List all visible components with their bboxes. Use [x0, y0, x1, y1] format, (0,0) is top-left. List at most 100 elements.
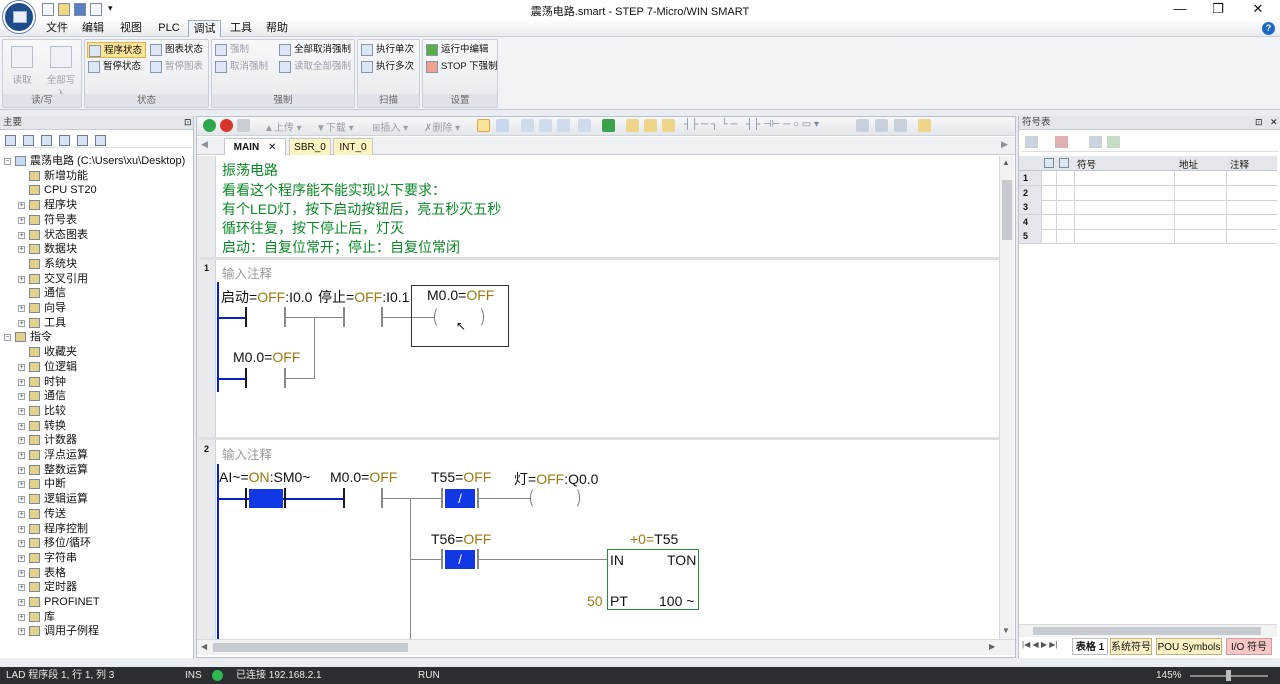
collapse-icon[interactable]: −: [4, 158, 11, 165]
download-button[interactable]: ▼下载 ▾: [316, 119, 354, 134]
pin-icon[interactable]: ⊡: [1255, 117, 1263, 128]
contact-t56-nc[interactable]: /: [445, 550, 475, 569]
next-bookmark-icon[interactable]: [557, 119, 570, 132]
expand-icon[interactable]: +: [18, 525, 25, 533]
expand-icon[interactable]: +: [18, 378, 25, 386]
scroll-thumb[interactable]: [1002, 180, 1012, 240]
toolbar-icon[interactable]: [59, 135, 70, 146]
expand-icon[interactable]: +: [18, 275, 25, 283]
expand-icon[interactable]: +: [18, 216, 25, 224]
run-edit-button[interactable]: 运行中编辑: [425, 42, 489, 58]
column-comment[interactable]: 注释: [1230, 157, 1249, 171]
menu-edit[interactable]: 编辑: [78, 20, 108, 37]
chart-icon[interactable]: [496, 119, 509, 132]
toolbar-icon[interactable]: [41, 135, 52, 146]
help-icon[interactable]: ?: [1262, 22, 1275, 35]
expand-icon[interactable]: +: [18, 599, 25, 606]
tab-system-symbols[interactable]: 系统符号: [1110, 638, 1152, 655]
unforce-button[interactable]: 取消强制: [214, 59, 268, 75]
add-icon[interactable]: [1025, 136, 1038, 148]
expand-icon[interactable]: +: [18, 363, 25, 371]
line-tools[interactable]: ┤├ ─ ┐ └ ─ ┤├ ⊣⊢ ─ ○ ▭ ▾: [684, 119, 819, 130]
symbol-icon[interactable]: [894, 119, 907, 132]
column-symbol[interactable]: 符号: [1077, 157, 1096, 171]
prev-bookmark-icon[interactable]: [539, 119, 552, 132]
sheet-nav-icons[interactable]: |◀ ◀ ▶ ▶|: [1022, 640, 1057, 649]
horizontal-scrollbar[interactable]: ◀ ▶: [197, 639, 1015, 655]
scroll-left-icon[interactable]: ◀: [201, 139, 208, 150]
toolbar-icon[interactable]: [23, 135, 34, 146]
scroll-up-icon[interactable]: ▲: [1002, 158, 1010, 167]
scroll-right-icon[interactable]: ▶: [1001, 139, 1008, 150]
vertical-scrollbar[interactable]: ▲ ▼: [999, 156, 1014, 639]
menu-plc[interactable]: PLC: [154, 20, 184, 37]
upload-button[interactable]: ▲上传 ▾: [264, 119, 302, 134]
lock-icon[interactable]: [626, 119, 639, 132]
read-all-forced-button[interactable]: 读取全部强制: [278, 59, 351, 75]
run-icon[interactable]: [203, 119, 216, 132]
expand-icon[interactable]: +: [18, 554, 25, 562]
status-toggle-icon[interactable]: [477, 119, 490, 132]
expand-icon[interactable]: +: [18, 231, 25, 239]
scroll-thumb[interactable]: [213, 643, 408, 652]
horizontal-scrollbar[interactable]: [1019, 624, 1277, 637]
pen-icon[interactable]: [918, 119, 931, 132]
tab-table1[interactable]: 表格 1: [1072, 638, 1108, 655]
contact-ai-right[interactable]: [284, 488, 286, 508]
stop-icon[interactable]: [220, 119, 233, 132]
scroll-down-icon[interactable]: ▼: [1002, 626, 1010, 635]
write-all-button[interactable]: 全部写入: [43, 44, 79, 100]
menu-view[interactable]: 视图: [116, 20, 146, 37]
maximize-icon[interactable]: ❐: [1200, 0, 1236, 20]
table-row[interactable]: 5: [1019, 229, 1277, 244]
zoom-slider-thumb[interactable]: [1226, 670, 1231, 681]
stop-force-button[interactable]: STOP 下强制: [425, 59, 498, 75]
coil-right-arc[interactable]: [472, 306, 484, 328]
force-button[interactable]: 强制: [214, 42, 249, 58]
toolbar-icon[interactable]: [77, 135, 88, 146]
expand-icon[interactable]: +: [18, 452, 25, 459]
close-panel-icon[interactable]: ✕: [1270, 117, 1278, 128]
scroll-right-icon[interactable]: ▶: [989, 642, 995, 651]
contact-start-left[interactable]: [245, 307, 247, 327]
collapse-icon[interactable]: −: [4, 334, 11, 342]
expand-icon[interactable]: +: [18, 407, 25, 415]
minimize-icon[interactable]: —: [1162, 0, 1198, 20]
expand-icon[interactable]: +: [18, 613, 25, 621]
expand-icon[interactable]: +: [18, 628, 25, 636]
lock-icon[interactable]: [644, 119, 657, 132]
expand-icon[interactable]: +: [18, 466, 25, 474]
pin-icon[interactable]: ⊡: [184, 117, 192, 128]
contact-t55-nc[interactable]: /: [445, 489, 475, 508]
read-button[interactable]: 读取: [7, 44, 37, 86]
coil-left-arc[interactable]: [434, 306, 446, 328]
contact-t56-left[interactable]: [441, 549, 443, 569]
expand-icon[interactable]: +: [18, 246, 25, 254]
menu-debug[interactable]: 调试: [188, 20, 221, 37]
expand-icon[interactable]: +: [18, 540, 25, 548]
insert-button[interactable]: ⊞插入 ▾: [372, 119, 408, 134]
lock-icon[interactable]: [662, 119, 675, 132]
expand-icon[interactable]: +: [18, 569, 25, 577]
goto-icon[interactable]: [602, 119, 615, 132]
table-icon[interactable]: [856, 119, 869, 132]
single-scan-button[interactable]: 执行单次: [360, 42, 414, 58]
contact-stop-left[interactable]: [343, 307, 345, 327]
expand-icon[interactable]: +: [18, 305, 25, 312]
contact-m00-left[interactable]: [245, 368, 247, 388]
program-status-button[interactable]: 程序状态: [87, 42, 146, 58]
remove-bookmark-icon[interactable]: [578, 119, 591, 132]
tab-io-symbols[interactable]: I/O 符号: [1226, 638, 1272, 655]
expand-icon[interactable]: +: [18, 481, 25, 489]
expand-icon[interactable]: +: [18, 437, 25, 445]
coil-left-arc[interactable]: [530, 487, 542, 509]
expand-icon[interactable]: +: [18, 393, 25, 401]
toolbar-icon[interactable]: [95, 135, 106, 146]
tab-int0[interactable]: INT_0: [333, 138, 373, 155]
close-icon[interactable]: ✕: [1240, 0, 1276, 20]
expand-icon[interactable]: +: [18, 319, 25, 327]
tab-main[interactable]: MAIN ✕: [224, 138, 286, 155]
edit-icon[interactable]: [875, 119, 888, 132]
bookmark-icon[interactable]: [521, 119, 534, 132]
compile-icon[interactable]: [237, 119, 250, 132]
